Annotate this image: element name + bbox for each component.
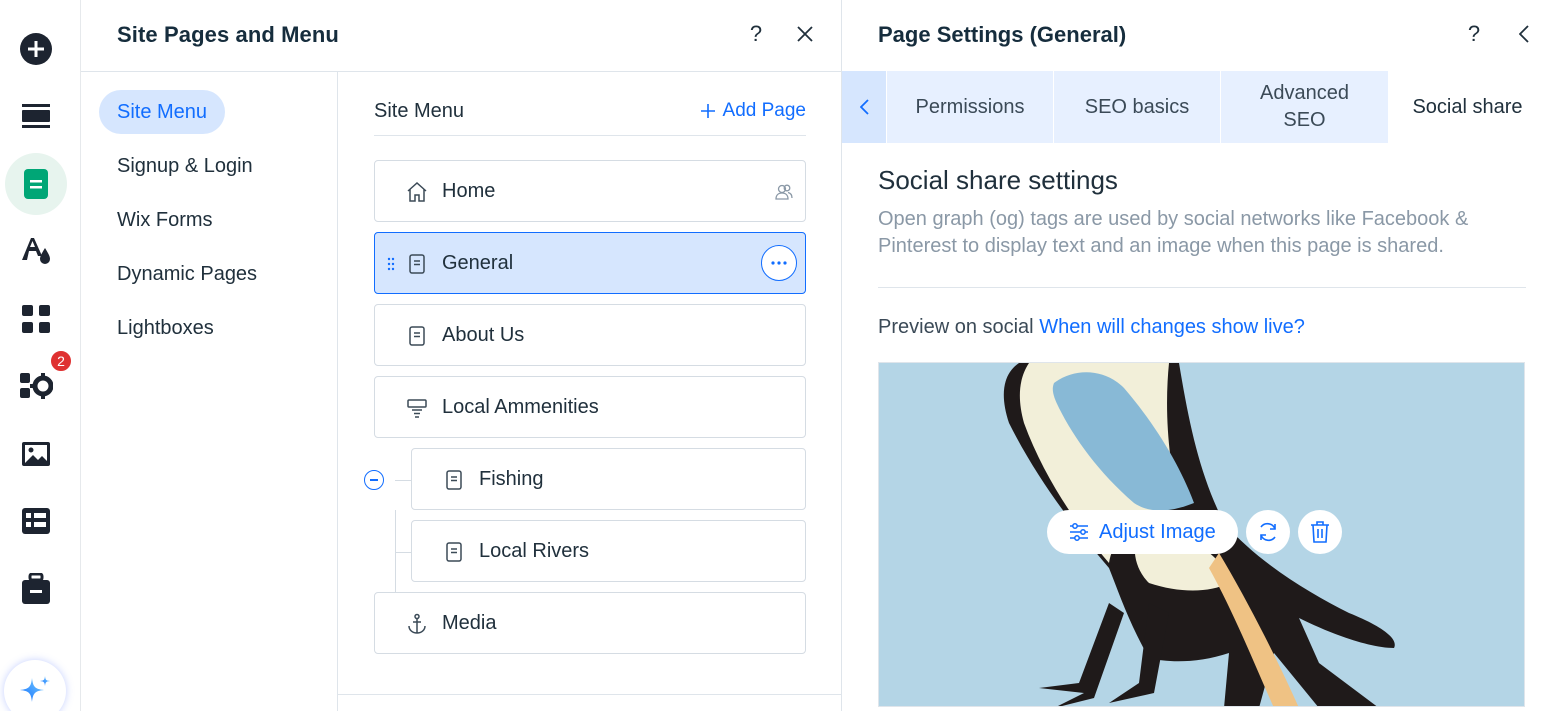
page-item-about-us[interactable]: About Us [374,304,806,366]
help-icon[interactable]: ? [1462,21,1486,46]
tabs-scroll-left-icon[interactable] [842,71,886,143]
footer-divider [338,694,842,695]
add-page-label: Add Page [722,100,806,121]
page-item-general[interactable]: General [374,232,806,294]
page-item-media[interactable]: Media [374,592,806,654]
design-icon[interactable] [5,219,67,281]
ai-assistant-icon[interactable] [4,660,66,711]
cms-icon[interactable] [5,490,67,552]
category-signup-login[interactable]: Signup & Login [99,144,271,188]
add-page-button[interactable]: Add Page [700,100,806,122]
more-actions-icon[interactable] [761,245,797,281]
sliders-icon [1070,523,1088,541]
collapse-subpages-icon[interactable] [364,470,384,490]
page-categories: Site Menu Signup & Login Wix Forms Dynam… [81,72,338,711]
panel-title: Site Pages and Menu [117,22,339,47]
tab-permissions[interactable]: Permissions [887,71,1054,143]
members-icon [775,184,793,200]
tree-connector [395,552,411,553]
tab-seo-basics[interactable]: SEO basics [1054,71,1221,143]
page-item-local-ammenities[interactable]: Local Ammenities [374,376,806,438]
image-actions: Adjust Image [1047,510,1342,554]
delete-image-icon[interactable] [1297,510,1342,554]
page-label: General [442,252,514,274]
media-icon[interactable] [5,423,67,485]
page-settings-panel: Page Settings (General) ? Permissions SE… [842,0,1547,711]
page-label: About Us [442,324,525,346]
changes-live-link[interactable]: When will changes show live? [1039,316,1305,338]
preview-line: Preview on social When will changes show… [878,316,1305,339]
apps-icon[interactable] [5,288,67,350]
category-dynamic-pages[interactable]: Dynamic Pages [99,252,275,296]
page-label: Fishing [479,468,544,490]
page-icon [409,326,425,346]
category-site-menu[interactable]: Site Menu [99,90,226,134]
drag-handle-icon[interactable] [387,257,395,271]
pages-panel-header: Site Pages and Menu ? [81,0,841,72]
tree-connector [395,480,411,481]
page-label: Home [442,180,496,202]
replace-image-icon[interactable] [1245,510,1290,554]
page-label: Local Ammenities [442,396,599,418]
preview-label: Preview on social [878,316,1034,338]
help-icon[interactable]: ? [744,21,768,46]
site-menu-list: Site Menu Add Page Home General About Us [338,72,842,711]
folder-menu-icon [407,399,427,418]
adjust-image-button[interactable]: Adjust Image [1047,510,1238,554]
settings-tabs: Permissions SEO basics Advanced SEO Soci… [842,71,1547,143]
page-icon [446,470,462,490]
menu-divider [374,135,806,136]
plus-icon [700,104,715,118]
page-icon [446,542,462,562]
anchor-icon [408,613,426,634]
page-item-home[interactable]: Home [374,160,806,222]
page-label: Media [442,612,497,634]
category-lightboxes[interactable]: Lightboxes [99,306,232,350]
og-image-preview: Adjust Image [878,362,1525,707]
section-description: Open graph (og) tags are used by social … [878,208,1469,257]
settings-title: Page Settings (General) [878,22,1127,47]
adjust-image-label: Adjust Image [1099,520,1216,543]
site-pages-panel: Site Pages and Menu ? Site Menu Signup &… [81,0,842,711]
back-icon[interactable] [1512,22,1536,46]
tab-advanced-seo[interactable]: Advanced SEO [1221,71,1389,143]
tab-social-share[interactable]: Social share [1389,71,1547,143]
page-item-local-rivers[interactable]: Local Rivers [411,520,806,582]
close-icon[interactable] [793,22,817,46]
business-icon[interactable] [5,558,67,620]
home-icon [407,181,427,202]
section-divider [878,287,1526,288]
pages-icon[interactable] [5,153,67,215]
page-label: Local Rivers [479,540,590,562]
layout-icon[interactable] [5,85,67,147]
section-title: Social share settings [878,165,1118,195]
page-item-fishing[interactable]: Fishing [411,448,806,510]
site-menu-title: Site Menu [374,100,465,122]
left-toolbar: 2 [0,0,81,711]
add-icon[interactable] [5,18,67,80]
notification-badge: 2 [49,349,73,373]
category-wix-forms[interactable]: Wix Forms [99,198,231,242]
page-icon [409,254,425,274]
